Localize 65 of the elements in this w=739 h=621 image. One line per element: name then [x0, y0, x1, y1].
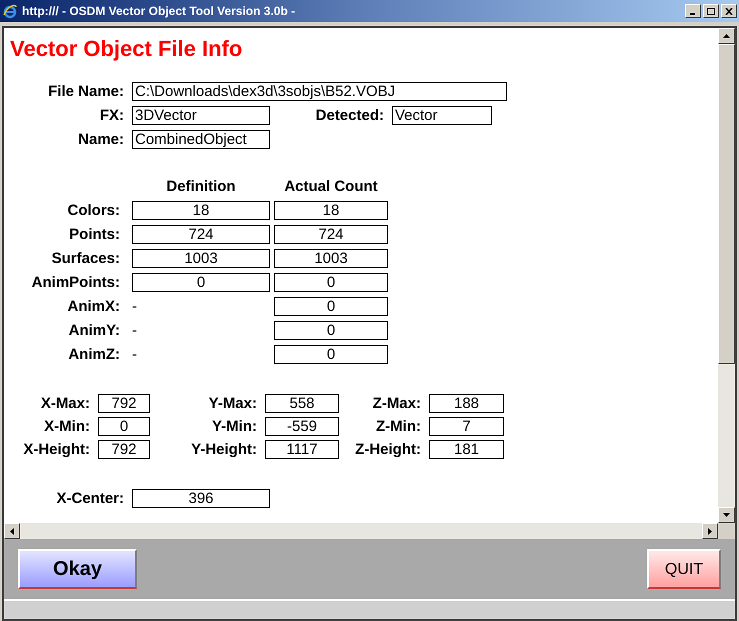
field-label: Points: [68, 225, 121, 244]
empty-value: - [132, 345, 138, 364]
column-header: Actual Count [283, 177, 379, 196]
empty-value: - [132, 297, 138, 316]
up-arrow-icon [723, 34, 730, 38]
value-field[interactable]: 0 [274, 273, 388, 292]
quit-button[interactable]: QUIT [647, 549, 721, 589]
value-field[interactable]: 1117 [265, 440, 339, 459]
close-icon [725, 8, 733, 14]
value-field[interactable]: 181 [429, 440, 504, 459]
value-field[interactable]: 1003 [132, 249, 270, 268]
value-field[interactable]: 0 [274, 321, 388, 340]
value-field[interactable]: 396 [132, 489, 270, 508]
value-field[interactable]: 188 [429, 394, 504, 413]
value-field[interactable]: CombinedObject [132, 130, 270, 149]
value-field[interactable]: 3DVector [132, 106, 270, 125]
field-label: AnimZ: [67, 345, 121, 364]
value-field[interactable]: 724 [132, 225, 270, 244]
field-label: X-Center: [55, 489, 125, 508]
minimize-button[interactable] [685, 4, 701, 18]
window-title: http:/// - OSDM Vector Object Tool Version 3.0b - [22, 2, 296, 20]
field-label: Colors: [66, 201, 121, 220]
field-label: File Name: [47, 82, 125, 101]
value-field[interactable]: 724 [274, 225, 388, 244]
value-field[interactable]: -559 [265, 417, 339, 436]
field-label: X-Min: [43, 417, 91, 436]
empty-value: - [132, 321, 138, 340]
value-field[interactable]: C:\Downloads\dex3d\3sobjs\B52.VOBJ [132, 82, 507, 101]
value-field[interactable]: 558 [265, 394, 339, 413]
value-field[interactable]: Vector [392, 106, 492, 125]
value-field[interactable]: 792 [98, 394, 150, 413]
field-label: Detected: [314, 106, 385, 125]
value-field[interactable]: 18 [132, 201, 270, 220]
browser-icon [2, 3, 18, 19]
column-header: Definition [165, 177, 237, 196]
field-label: AnimX: [66, 297, 121, 316]
value-field[interactable]: 7 [429, 417, 504, 436]
field-label: AnimY: [68, 321, 121, 340]
field-label: Surfaces: [50, 249, 121, 268]
field-label: Z-Min: [375, 417, 422, 436]
field-label: Y-Max: [208, 394, 258, 413]
page-heading: Vector Object File Info [10, 36, 244, 62]
left-arrow-icon [10, 528, 14, 534]
field-label: Y-Height: [190, 440, 258, 459]
field-label: Z-Height: [354, 440, 422, 459]
right-arrow-icon [708, 528, 712, 534]
down-arrow-icon [723, 513, 730, 517]
close-button[interactable] [721, 4, 737, 18]
maximize-icon [707, 8, 715, 14]
field-label: Y-Min: [211, 417, 258, 436]
field-label: X-Max: [40, 394, 91, 413]
value-field[interactable]: 0 [98, 417, 150, 436]
value-field[interactable]: 0 [274, 297, 388, 316]
field-label: AnimPoints: [30, 273, 121, 292]
field-label: Name: [77, 130, 125, 149]
okay-button[interactable]: Okay [18, 549, 137, 589]
field-label: X-Height: [22, 440, 91, 459]
maximize-button[interactable] [703, 4, 719, 18]
value-field[interactable]: 1003 [274, 249, 388, 268]
value-field[interactable]: 0 [132, 273, 270, 292]
value-field[interactable]: 792 [98, 440, 150, 459]
field-label: FX: [98, 106, 125, 125]
value-field[interactable]: 18 [274, 201, 388, 220]
value-field[interactable]: 0 [274, 345, 388, 364]
field-label: Z-Max: [372, 394, 422, 413]
